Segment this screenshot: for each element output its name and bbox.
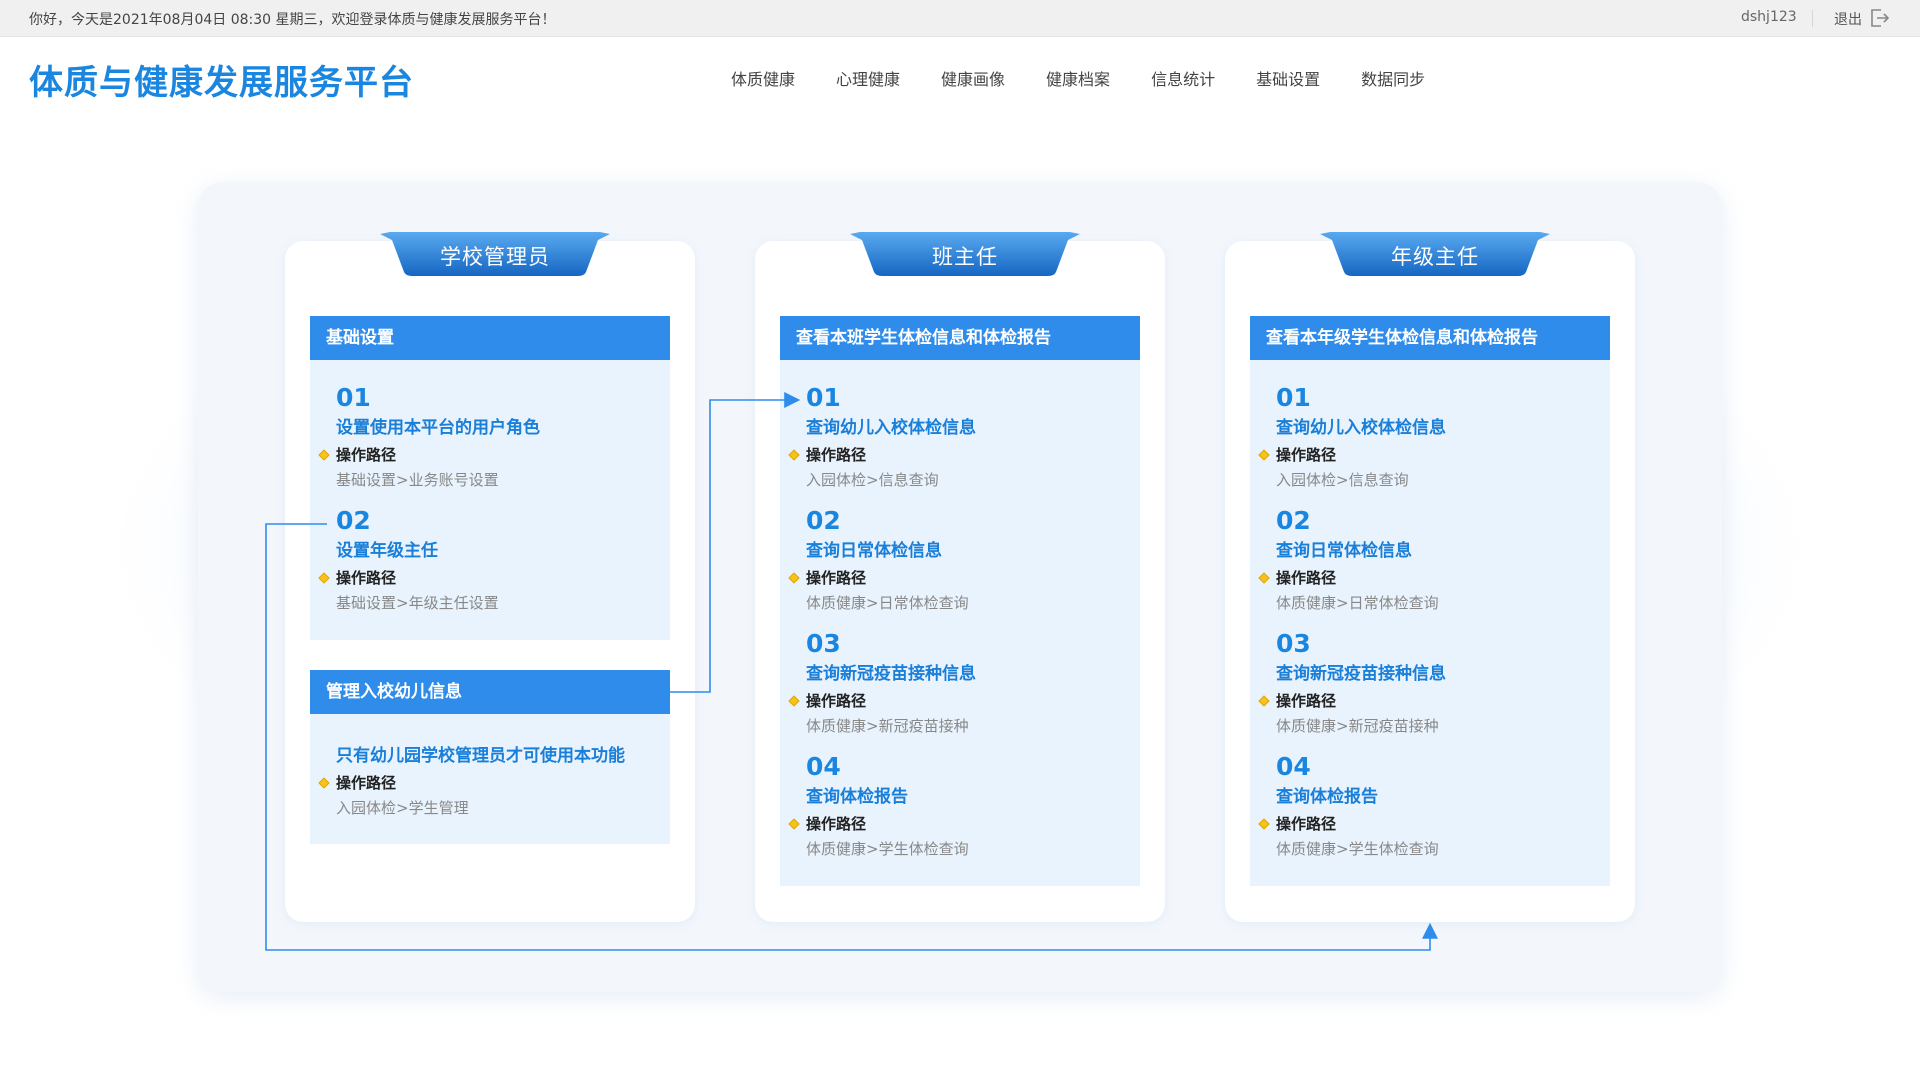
- flow-connectors: [265, 392, 1438, 951]
- connector-to-class-teacher: [670, 392, 801, 693]
- connector-to-grade-director: [265, 523, 1438, 951]
